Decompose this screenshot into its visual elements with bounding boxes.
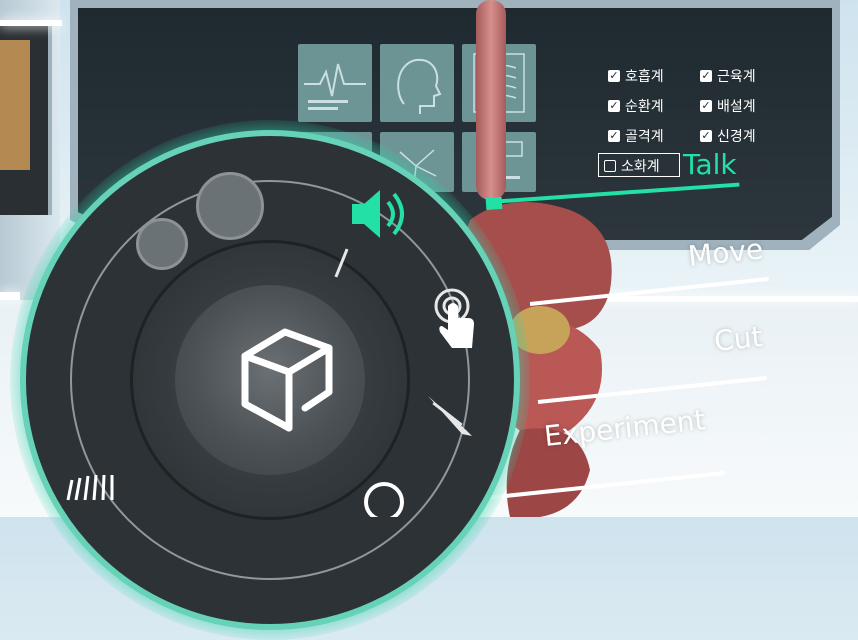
system-label: 신경계 — [717, 129, 756, 145]
system-checkbox-circulatory[interactable]: ✓ 순환계 — [608, 96, 664, 116]
cut-option-label[interactable]: Cut — [713, 320, 764, 358]
scalpel-icon[interactable] — [422, 390, 478, 442]
talk-option-anchor — [485, 196, 503, 210]
checkbox-checked-icon: ✓ — [608, 69, 620, 82]
move-option-label[interactable]: Move — [687, 232, 765, 273]
magnifier-icon[interactable] — [360, 478, 414, 517]
checkbox-checked-icon: ✓ — [608, 99, 620, 112]
dial-scale-ticks — [66, 474, 114, 501]
dial-option-circle-small[interactable] — [136, 218, 188, 270]
system-label: 순환계 — [625, 99, 664, 115]
wall-picture — [0, 40, 30, 170]
cube-icon — [241, 328, 333, 432]
system-checkbox-skeletal[interactable]: ✓ 골격계 — [608, 126, 664, 146]
esophagus-model[interactable] — [476, 0, 506, 200]
checkbox-checked-icon: ✓ — [700, 99, 712, 112]
dial-option-circle-large[interactable] — [196, 172, 264, 240]
ceiling-light — [0, 20, 62, 26]
checkbox-checked-icon: ✓ — [700, 69, 712, 82]
ecg-thumbnail[interactable] — [298, 44, 372, 122]
system-checkbox-nervous[interactable]: ✓ 신경계 — [700, 126, 756, 146]
system-label: 골격계 — [625, 129, 664, 145]
talk-option-label[interactable]: Talk — [683, 148, 737, 181]
digestive-selection-frame — [598, 153, 680, 177]
system-label: 호흡계 — [625, 69, 664, 85]
checkbox-checked-icon: ✓ — [700, 129, 712, 142]
checkbox-checked-icon: ✓ — [608, 129, 620, 142]
system-checkbox-muscular[interactable]: ✓ 근육계 — [700, 66, 756, 86]
speaker-icon[interactable] — [348, 184, 412, 244]
head-scan-icon — [397, 58, 442, 114]
touch-icon[interactable] — [428, 284, 484, 352]
head-scan-thumbnail[interactable] — [380, 44, 454, 122]
system-checkbox-respiratory[interactable]: ✓ 호흡계 — [608, 66, 664, 86]
ecg-icon — [304, 63, 366, 110]
system-label: 근육계 — [717, 69, 756, 85]
system-label: 배설계 — [717, 99, 756, 115]
system-checkbox-excretory[interactable]: ✓ 배설계 — [700, 96, 756, 116]
floor-light-left — [0, 292, 20, 300]
